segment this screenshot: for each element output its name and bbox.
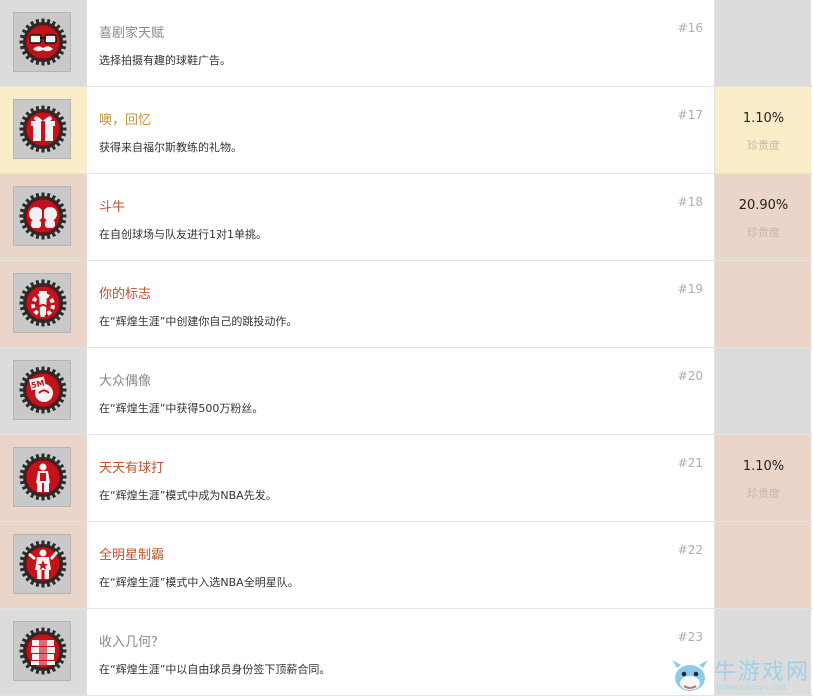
rarity-label: 珍贵度	[747, 487, 780, 500]
achievement-number: #22	[677, 543, 703, 557]
rarity-cell: 20.90% 珍贵度	[714, 174, 812, 260]
watermark-text: 牛游戏网	[714, 660, 811, 685]
achievement-title: 大众偶像	[99, 374, 152, 389]
achievement-number: #17	[677, 108, 703, 122]
rarity-cell: 1.10% 珍贵度	[714, 87, 812, 173]
achievement-info: 大众偶像 在“辉煌生涯”中获得500万粉丝。 #20	[87, 348, 714, 434]
achievement-description: 选择拍摄有趣的球鞋广告。	[99, 54, 231, 67]
achievement-info: 噢，回忆 获得来自福尔斯教练的礼物。 #17	[87, 87, 714, 173]
achievement-title: 收入几何？	[99, 635, 165, 650]
achievement-description: 在自创球场与队友进行1对1单挑。	[99, 228, 267, 241]
gift-box-icon	[19, 105, 67, 153]
badge-cell	[0, 435, 87, 521]
two-heads-icon	[19, 192, 67, 240]
rarity-cell	[714, 261, 812, 347]
badge-cell	[0, 609, 87, 695]
badge-frame: 5M	[13, 360, 71, 420]
rarity-percent: 1.10%	[742, 111, 785, 126]
achievement-number: #21	[677, 456, 703, 470]
badge-cell: 5M	[0, 348, 87, 434]
achievement-title: 斗牛	[99, 200, 126, 215]
achievement-title: 全明星制霸	[99, 548, 165, 563]
player-starter-icon	[19, 453, 67, 501]
achievement-number: #19	[677, 282, 703, 296]
achievement-info: 喜剧家天赋 选择拍摄有趣的球鞋广告。 #16	[87, 0, 714, 86]
achievement-description: 在“辉煌生涯”中创建你自己的跳投动作。	[99, 315, 298, 328]
badge-cell	[0, 174, 87, 260]
achievement-title: 天天有球打	[99, 461, 165, 476]
badge-cell	[0, 261, 87, 347]
achievement-row: 喜剧家天赋 选择拍摄有趣的球鞋广告。 #16	[0, 0, 813, 87]
achievement-info: 斗牛 在自创球场与队友进行1对1单挑。 #18	[87, 174, 714, 260]
site-watermark: 牛游戏网 www.newyx.net	[668, 650, 813, 700]
achievement-row: 天天有球打 在“辉煌生涯”模式中成为NBA先发。 #21 1.10% 珍贵度	[0, 435, 813, 522]
achievement-number: #18	[677, 195, 703, 209]
badge-cell	[0, 522, 87, 608]
rarity-percent: 20.90%	[738, 198, 789, 213]
achievement-list: 喜剧家天赋 选择拍摄有趣的球鞋广告。 #16 噢，回忆 获得来自福尔斯教练的礼物…	[0, 0, 813, 700]
achievement-row: 噢，回忆 获得来自福尔斯教练的礼物。 #17 1.10% 珍贵度	[0, 87, 813, 174]
achievement-info: 你的标志 在“辉煌生涯”中创建你自己的跳投动作。 #19	[87, 261, 714, 347]
achievement-number: #23	[677, 630, 703, 644]
badge-frame	[13, 534, 71, 594]
5m-fans-icon: 5M	[19, 366, 67, 414]
achievement-number: #16	[677, 21, 703, 35]
money-stack-icon	[19, 627, 67, 675]
rarity-percent: 1.10%	[742, 459, 785, 474]
achievement-info: 全明星制霸 在“辉煌生涯”模式中入选NBA全明星队。 #22	[87, 522, 714, 608]
badge-cell	[0, 87, 87, 173]
achievement-description: 在“辉煌生涯”模式中入选NBA全明星队。	[99, 576, 299, 589]
rarity-cell	[714, 522, 812, 608]
achievement-description: 在“辉煌生涯”中以自由球员身份签下顶薪合同。	[99, 663, 331, 676]
achievement-row: 你的标志 在“辉煌生涯”中创建你自己的跳投动作。 #19	[0, 261, 813, 348]
achievement-title: 你的标志	[99, 287, 152, 302]
achievement-number: #20	[677, 369, 703, 383]
rarity-cell	[714, 0, 812, 86]
achievement-row: 全明星制霸 在“辉煌生涯”模式中入选NBA全明星队。 #22	[0, 522, 813, 609]
rarity-cell	[714, 348, 812, 434]
badge-frame	[13, 12, 71, 72]
achievement-info: 天天有球打 在“辉煌生涯”模式中成为NBA先发。 #21	[87, 435, 714, 521]
badge-frame	[13, 621, 71, 681]
achievement-info: 收入几何？ 在“辉煌生涯”中以自由球员身份签下顶薪合同。 #23	[87, 609, 714, 695]
watermark-url: www.newyx.net	[716, 683, 788, 693]
achievement-title: 噢，回忆	[99, 113, 152, 128]
achievement-description: 在“辉煌生涯”中获得500万粉丝。	[99, 402, 264, 415]
badge-frame	[13, 99, 71, 159]
achievement-row: 5M 大众偶像 在“辉煌生涯”中获得500万粉丝。 #20	[0, 348, 813, 435]
rarity-cell: 1.10% 珍贵度	[714, 435, 812, 521]
glasses-mustache-icon	[19, 18, 67, 66]
all-star-player-icon	[19, 540, 67, 588]
achievement-description: 获得来自福尔斯教练的礼物。	[99, 141, 242, 154]
badge-frame	[13, 186, 71, 246]
badge-frame	[13, 273, 71, 333]
signature-gear-icon	[19, 279, 67, 327]
achievement-row: 斗牛 在自创球场与队友进行1对1单挑。 #18 20.90% 珍贵度	[0, 174, 813, 261]
badge-cell	[0, 0, 87, 86]
rarity-label: 珍贵度	[747, 139, 780, 152]
cow-mascot-icon	[672, 660, 708, 691]
achievement-description: 在“辉煌生涯”模式中成为NBA先发。	[99, 489, 277, 502]
rarity-label: 珍贵度	[747, 226, 780, 239]
achievement-title: 喜剧家天赋	[99, 26, 165, 41]
badge-frame	[13, 447, 71, 507]
